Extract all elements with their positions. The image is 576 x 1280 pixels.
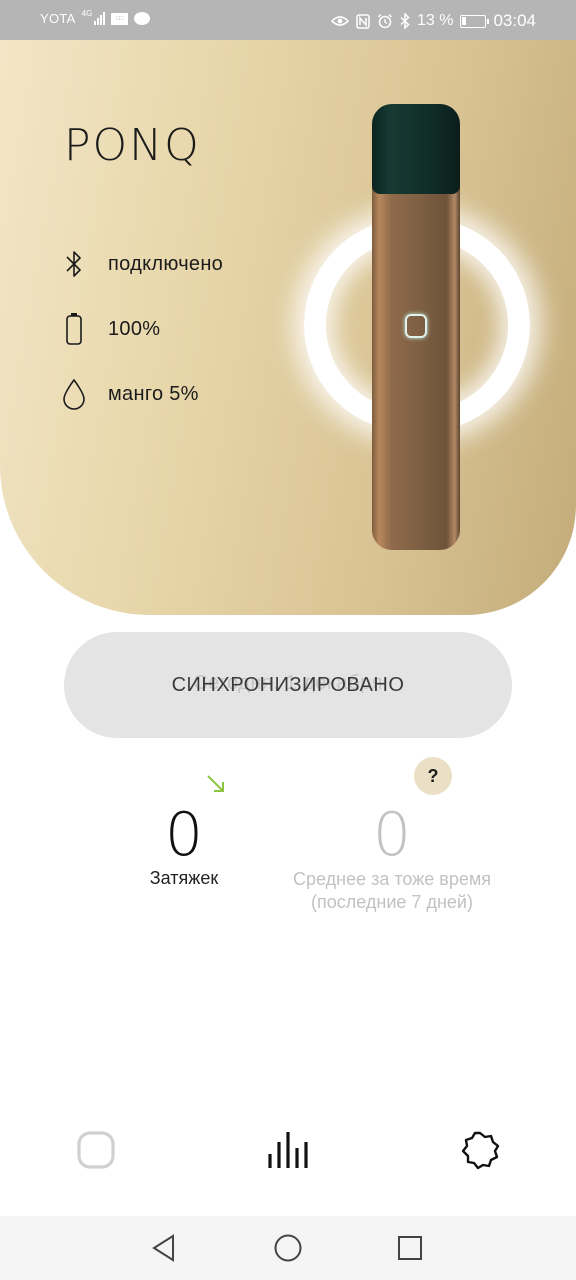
settings-icon [461, 1131, 500, 1170]
battery-icon [60, 311, 88, 347]
vape-device [372, 104, 460, 550]
alarm-icon [377, 13, 393, 29]
average-label: Среднее за тоже время (последние 7 дней) [262, 868, 522, 914]
device-icon [77, 1131, 115, 1169]
sync-button[interactable]: Сегодня, 1 декабря СИНХРОНИЗИРОВАНО [64, 632, 512, 738]
home-icon [274, 1234, 302, 1262]
battery-percent: 13 % [416, 12, 454, 29]
back-icon [152, 1234, 174, 1262]
brand-logo: PONQ [64, 120, 201, 171]
battery-icon [460, 14, 490, 28]
status-bar: YOTA 4G □□ 13 % 03:04 [0, 0, 576, 40]
recents-button[interactable] [394, 1232, 426, 1264]
flavor-label: манго 5% [108, 382, 199, 405]
device-led-icon [405, 314, 427, 338]
average-label-line1: Среднее за тоже время [293, 869, 491, 889]
flavor-status: манго 5% [60, 376, 199, 412]
tab-device[interactable] [74, 1128, 118, 1172]
home-button[interactable] [272, 1232, 304, 1264]
network-type: 4G [81, 9, 93, 18]
bluetooth-icon [60, 246, 88, 282]
system-navigation-bar [0, 1216, 576, 1280]
message-icon [134, 12, 151, 25]
help-button[interactable]: ? [414, 757, 452, 795]
stats-icon [268, 1132, 308, 1168]
average-label-line2: (последние 7 дней) [311, 892, 473, 912]
connection-label: подключено [108, 252, 224, 275]
eye-icon [330, 16, 349, 26]
app-notification-icon: □□ [111, 12, 129, 25]
back-button[interactable] [148, 1232, 180, 1264]
puffs-label: Затяжек [149, 868, 219, 888]
battery-label: 100% [108, 317, 161, 340]
nfc-icon [356, 13, 370, 29]
bluetooth-icon [400, 13, 410, 29]
recents-icon [398, 1236, 422, 1260]
battery-status: 100% [60, 311, 160, 347]
puffs-count: 0 [164, 800, 204, 870]
signal-icon [94, 12, 106, 25]
connection-status: подключено [60, 246, 223, 282]
sync-status-label: СИНХРОНИЗИРОВАНО [171, 674, 405, 696]
average-count: 0 [372, 800, 412, 870]
tab-settings[interactable] [458, 1128, 502, 1172]
tab-statistics[interactable] [266, 1128, 310, 1172]
clock: 03:04 [493, 11, 536, 30]
drop-icon [60, 376, 88, 412]
device-card: PONQ подключено 100% манго 5% [0, 40, 576, 615]
carrier-name: YOTA [40, 11, 76, 26]
trend-down-icon [207, 775, 224, 792]
